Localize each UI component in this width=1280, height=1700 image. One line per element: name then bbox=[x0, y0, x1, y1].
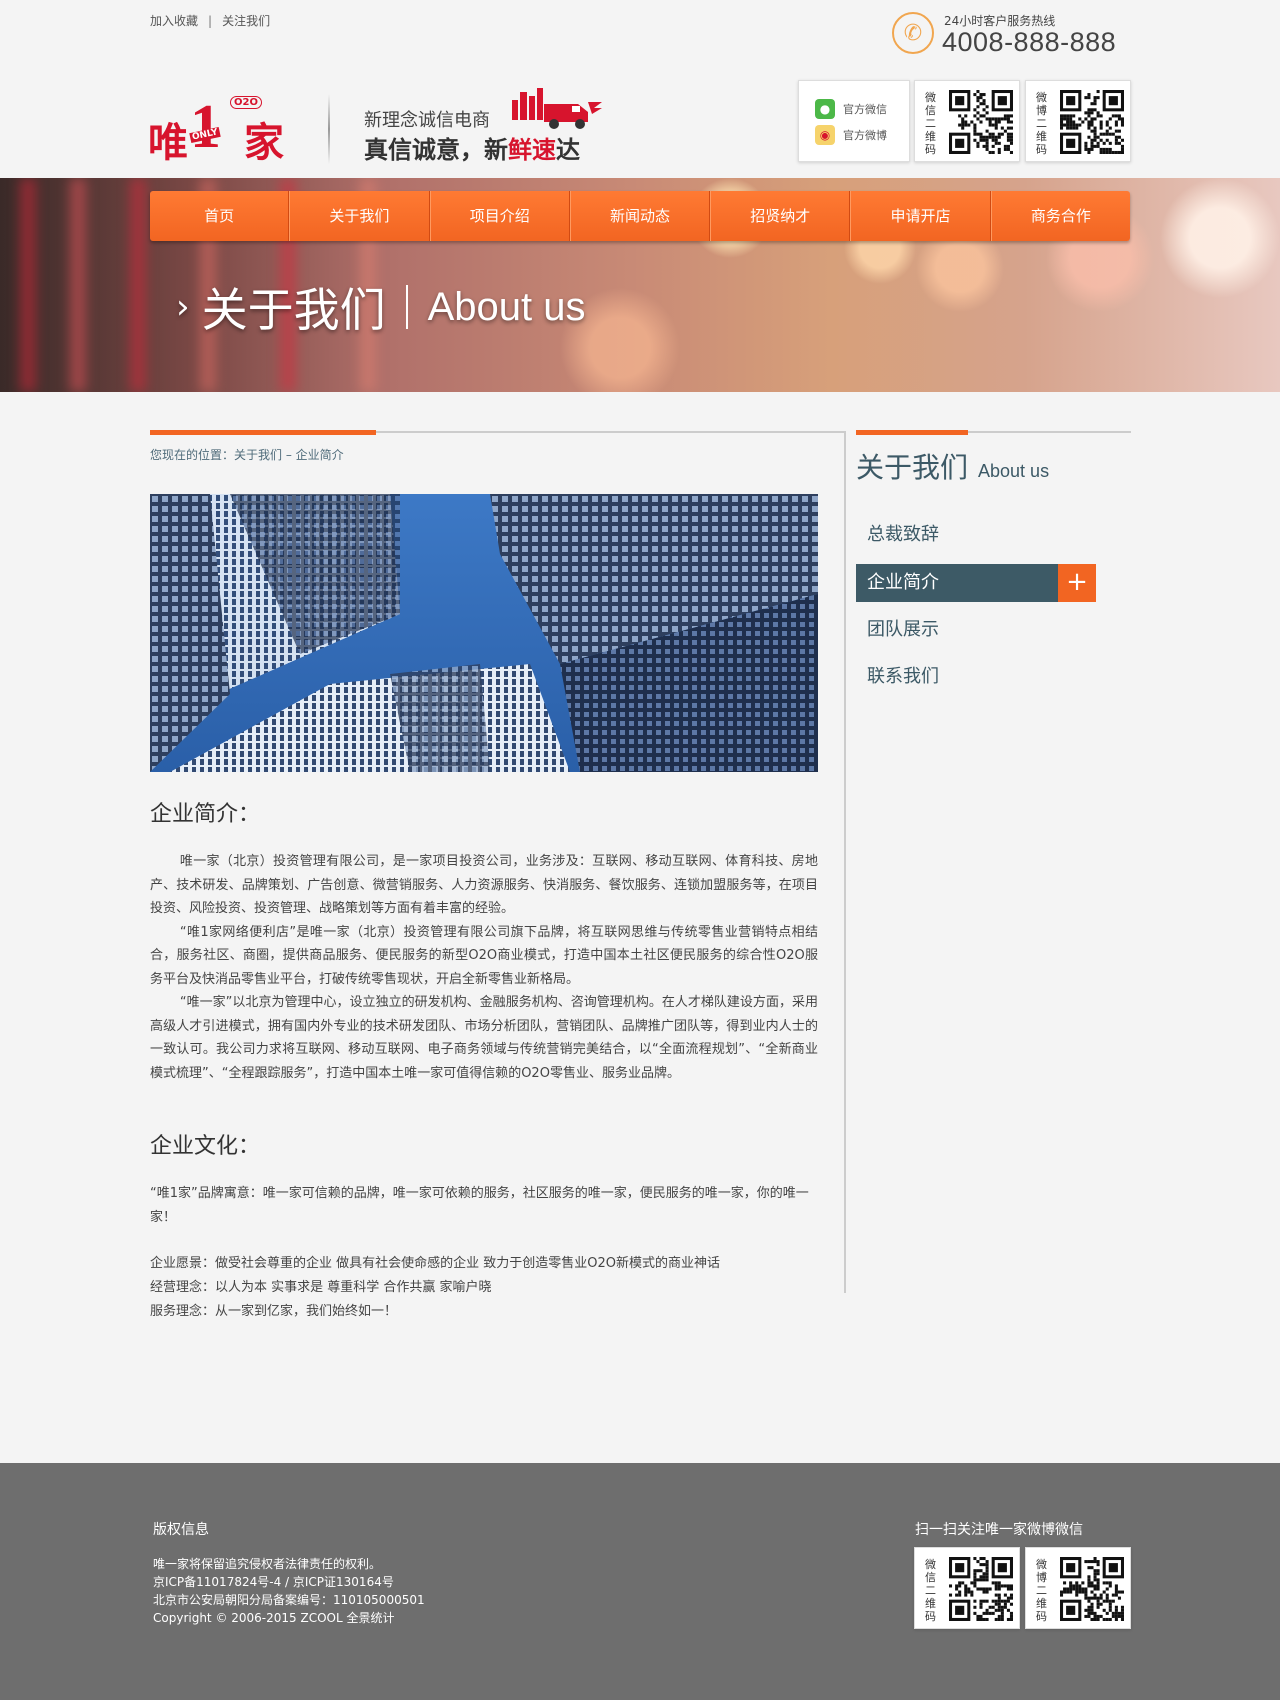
sidebar-title: 关于我们 About us bbox=[856, 446, 1049, 486]
sidebar-title-en: About us bbox=[978, 461, 1050, 481]
sidebar-title-cn: 关于我们 bbox=[856, 451, 969, 484]
phone-icon: ✆ bbox=[892, 12, 934, 54]
breadcrumb: 您现在的位置：关于我们 – 企业简介 bbox=[150, 448, 344, 462]
site-footer: 版权信息 唯一家将保留追究侵权者法律责任的权利。 京ICP备11017824号-… bbox=[0, 1463, 1280, 1700]
sidebar-top-accent bbox=[856, 430, 968, 435]
qr-code-icon bbox=[1060, 90, 1124, 154]
footer-wechat-qr-label: 微信二维码 bbox=[925, 1558, 936, 1623]
bookmark-link[interactable]: 加入收藏 bbox=[150, 12, 198, 29]
culture-brand-meaning: “唯1家”品牌寓意：唯一家可信赖的品牌，唯一家可依赖的服务，社区服务的唯一家，便… bbox=[150, 1186, 809, 1225]
qr-code-icon bbox=[949, 1557, 1013, 1621]
culture-service: 服务理念：从一家到亿家，我们始终如一！ bbox=[150, 1304, 398, 1319]
logo-char-wei: 唯 bbox=[148, 120, 188, 166]
wechat-link[interactable]: ● 官方微信 bbox=[815, 99, 887, 119]
logo-divider bbox=[328, 94, 330, 164]
chevron-right-icon: › bbox=[176, 287, 190, 327]
copyright-title: 版权信息 bbox=[153, 1522, 209, 1538]
copyright-lines: 唯一家将保留追究侵权者法律责任的权利。 京ICP备11017824号-4 / 京… bbox=[153, 1555, 425, 1627]
slogan-part-a: 真信诚意，新 bbox=[364, 136, 508, 164]
icp-line: 京ICP备11017824号-4 / 京ICP证130164号 bbox=[153, 1575, 394, 1589]
hotline: ✆ 24小时客户服务热线 4008-888-888 bbox=[892, 12, 1132, 62]
nav-item-careers[interactable]: 招贤纳才 bbox=[710, 191, 851, 241]
slogan-highlight: 鲜速 bbox=[508, 136, 556, 164]
sidebar-item-president-message[interactable]: 总裁致辞 bbox=[856, 516, 1096, 554]
banner-title-en: About us bbox=[427, 284, 586, 329]
sidebar-item-label: 企业简介 bbox=[867, 572, 939, 593]
wechat-link-label: 官方微信 bbox=[843, 103, 887, 116]
site-logo[interactable]: 唯 1 ONLY O2O 家 bbox=[148, 93, 298, 166]
main-nav: 首页 关于我们 项目介绍 新闻动态 招贤纳才 申请开店 商务合作 bbox=[150, 191, 1130, 241]
culture-heading: 企业文化： bbox=[150, 1134, 261, 1159]
hotline-number: 4008-888-888 bbox=[942, 27, 1117, 57]
slogan-part-b: 达 bbox=[556, 136, 580, 164]
footer-wechat-qr-box: 微信二维码 bbox=[914, 1547, 1020, 1629]
nav-item-business[interactable]: 商务合作 bbox=[990, 191, 1130, 241]
wechat-icon: ● bbox=[815, 99, 835, 119]
nav-item-news[interactable]: 新闻动态 bbox=[569, 191, 711, 241]
qr-code-icon bbox=[1060, 1557, 1124, 1621]
wechat-qr-box: 微信二维码 bbox=[914, 80, 1020, 162]
footer-weibo-qr-label: 微博二维码 bbox=[1036, 1558, 1047, 1623]
culture-philosophy: 经营理念：以人为本 实事求是 尊重科学 合作共赢 家喻户晓 bbox=[150, 1280, 492, 1295]
nav-item-open-store[interactable]: 申请开店 bbox=[850, 191, 991, 241]
nav-item-home[interactable]: 首页 bbox=[150, 191, 290, 241]
weibo-icon: ◉ bbox=[815, 125, 835, 145]
top-links-separator: | bbox=[208, 13, 213, 28]
copyright-notice: Copyright © 2006-2015 ZCOOL 全景统计 bbox=[153, 1611, 395, 1625]
logo-o2o-badge: O2O bbox=[230, 96, 262, 109]
sidebar-item-company-profile[interactable]: 企业简介 + bbox=[856, 564, 1096, 602]
intro-paragraph: “唯1家网络便利店”是唯一家（北京）投资管理有限公司旗下品牌，将互联网思维与传统… bbox=[150, 924, 818, 987]
slogan-line-2: 真信诚意，新鲜速达 bbox=[364, 130, 580, 165]
buildings-photo bbox=[150, 494, 818, 772]
plus-icon[interactable]: + bbox=[1058, 564, 1096, 602]
intro-paragraph: “唯一家”以北京为管理中心，设立独立的研发机构、金融服务机构、咨询管理机构。在人… bbox=[150, 995, 818, 1081]
weibo-qr-label: 微博二维码 bbox=[1036, 91, 1047, 156]
sidebar-item-contact[interactable]: 联系我们 bbox=[856, 658, 1096, 696]
banner-title: › 关于我们 About us bbox=[176, 274, 586, 340]
delivery-truck-icon bbox=[512, 88, 602, 129]
banner-title-divider bbox=[405, 285, 408, 329]
footer-weibo-qr-box: 微博二维码 bbox=[1025, 1547, 1131, 1629]
intro-paragraph: 唯一家（北京）投资管理有限公司，是一家项目投资公司，业务涉及：互联网、移动互联网… bbox=[150, 854, 818, 916]
intro-text: 唯一家（北京）投资管理有限公司，是一家项目投资公司，业务涉及：互联网、移动互联网… bbox=[150, 850, 818, 1085]
culture-vision: 企业愿景：做受社会尊重的企业 做具有社会使命感的企业 致力于创造零售业O2O新模… bbox=[150, 1256, 721, 1271]
content-top-accent bbox=[150, 430, 376, 435]
footer-qr-title: 扫一扫关注唯一家微博微信 bbox=[915, 1522, 1083, 1538]
weibo-link-label: 官方微博 bbox=[843, 129, 887, 142]
nav-item-about[interactable]: 关于我们 bbox=[289, 191, 430, 241]
logo-char-jia: 家 bbox=[244, 120, 284, 166]
top-links: 加入收藏 | 关注我们 bbox=[150, 12, 270, 29]
column-divider bbox=[844, 431, 846, 1293]
follow-us-link[interactable]: 关注我们 bbox=[222, 12, 270, 29]
social-links-box: ● 官方微信 ◉ 官方微博 bbox=[798, 80, 910, 162]
qr-code-icon bbox=[949, 90, 1013, 154]
sidebar-item-team[interactable]: 团队展示 bbox=[856, 611, 1096, 649]
police-record-line: 北京市公安局朝阳分局备案编号：110105000501 bbox=[153, 1593, 425, 1607]
banner-title-cn: 关于我们 bbox=[201, 283, 386, 337]
slogan-line-1: 新理念诚信电商 bbox=[364, 110, 490, 131]
copyright-line: 唯一家将保留追究侵权者法律责任的权利。 bbox=[153, 1557, 382, 1571]
wechat-qr-label: 微信二维码 bbox=[925, 91, 936, 156]
nav-item-projects[interactable]: 项目介绍 bbox=[429, 191, 570, 241]
weibo-qr-box: 微博二维码 bbox=[1025, 80, 1131, 162]
weibo-link[interactable]: ◉ 官方微博 bbox=[815, 125, 887, 145]
intro-heading: 企业简介： bbox=[150, 802, 261, 827]
